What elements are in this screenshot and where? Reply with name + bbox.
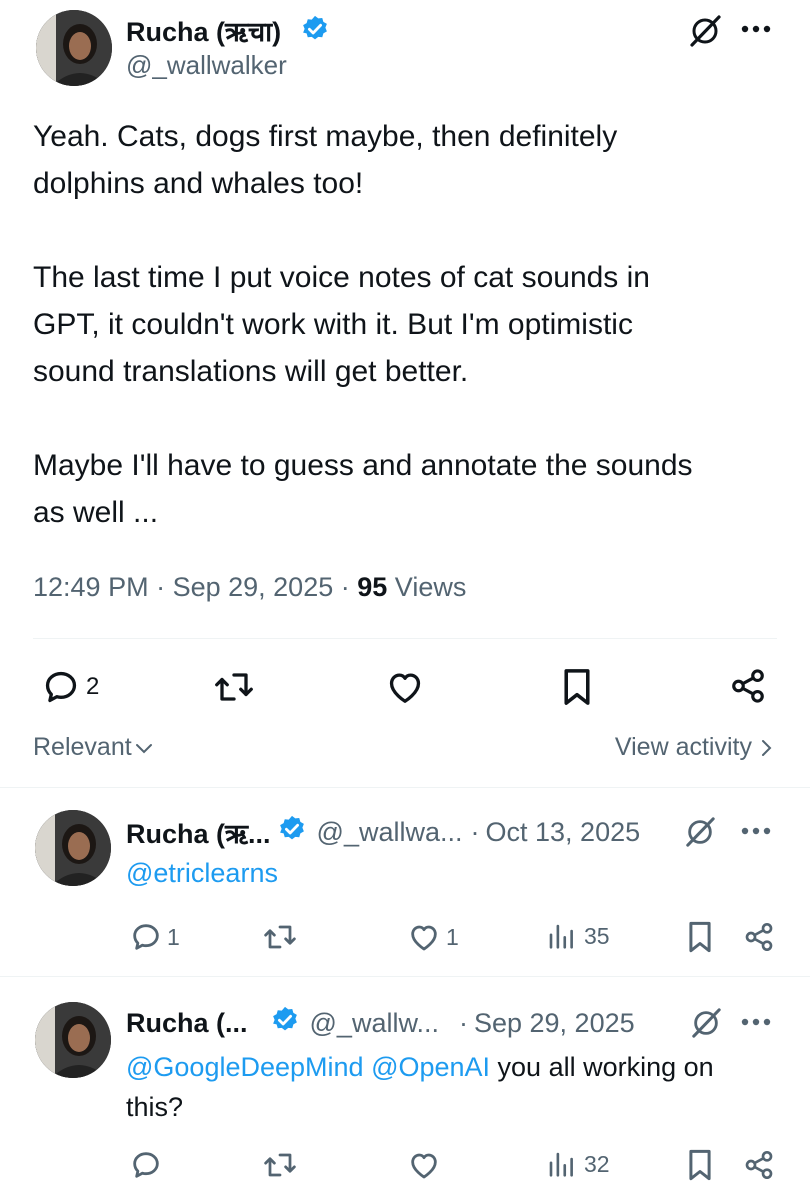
- reply-icon: [42, 668, 80, 706]
- author-name[interactable]: Rucha (ऋचा): [126, 12, 281, 49]
- share-icon[interactable]: [743, 921, 775, 953]
- views-label: Views: [394, 572, 467, 602]
- reply-text: @GoogleDeepMind @OpenAI you all working …: [126, 1047, 786, 1127]
- author-handle[interactable]: @_wallwalker: [126, 50, 287, 81]
- views-button[interactable]: 32: [546, 1149, 610, 1179]
- divider: [33, 638, 777, 639]
- author-handle[interactable]: @_wallwa...: [317, 817, 463, 848]
- reply-icon[interactable]: [130, 1149, 162, 1181]
- post-time[interactable]: 12:49 PM: [33, 572, 149, 602]
- bookmark-icon[interactable]: [687, 920, 713, 954]
- sort-dropdown[interactable]: Relevant: [33, 733, 154, 762]
- more-icon[interactable]: [740, 1017, 772, 1027]
- repost-icon[interactable]: [213, 669, 255, 705]
- post-body: Yeah. Cats, dogs first maybe, then defin…: [33, 120, 693, 529]
- avatar[interactable]: [35, 810, 111, 886]
- mention-link[interactable]: @GoogleDeepMind: [126, 1052, 364, 1082]
- reply-header: Rucha (ऋ... @_wallwa... · Oct 13, 2025: [126, 814, 640, 851]
- views-icon: [546, 1149, 576, 1179]
- more-icon[interactable]: [740, 24, 772, 34]
- separator: ·: [470, 817, 480, 847]
- mention-link[interactable]: @etriclearns: [126, 858, 278, 889]
- verified-badge-icon: [270, 1005, 300, 1042]
- author-name[interactable]: Rucha (ऋ...: [126, 814, 271, 851]
- mention-link[interactable]: @OpenAI: [371, 1052, 490, 1082]
- author-handle[interactable]: @_wallw...: [310, 1008, 439, 1039]
- reply-count: 2: [86, 673, 100, 700]
- post-date[interactable]: Oct 13, 2025: [486, 817, 641, 848]
- bookmark-icon[interactable]: [561, 667, 593, 707]
- repost-icon[interactable]: [262, 922, 298, 952]
- repost-icon[interactable]: [262, 1150, 298, 1180]
- verified-badge-icon: [277, 814, 307, 851]
- reply-header: Rucha (... @_wallw... · Sep 29, 2025: [126, 1005, 635, 1042]
- bookmark-icon[interactable]: [687, 1148, 713, 1182]
- grok-icon[interactable]: [688, 14, 722, 48]
- view-activity-label: View activity: [614, 733, 752, 761]
- verified-badge-icon: [300, 14, 330, 49]
- like-icon: [408, 922, 440, 952]
- author-name[interactable]: Rucha (...: [126, 1008, 248, 1039]
- separator: ·: [458, 1008, 468, 1038]
- post-metadata: 12:49 PM · Sep 29, 2025 · 95 Views: [33, 572, 467, 602]
- views-icon: [546, 921, 576, 951]
- reply-count: 1: [167, 923, 180, 950]
- views-count: 95: [357, 572, 388, 602]
- more-icon[interactable]: [740, 826, 772, 836]
- avatar[interactable]: [35, 1002, 111, 1078]
- share-icon[interactable]: [729, 667, 767, 705]
- share-icon[interactable]: [743, 1149, 775, 1181]
- reply-button[interactable]: 2: [42, 668, 99, 706]
- reply-button[interactable]: 1: [130, 921, 180, 953]
- post-date[interactable]: Sep 29, 2025: [173, 572, 334, 602]
- like-icon[interactable]: [408, 1150, 440, 1180]
- chevron-down-icon: [134, 741, 154, 755]
- reply-text-line: this?: [126, 1092, 184, 1122]
- reply-text-line: you all working on: [490, 1052, 714, 1082]
- like-count: 1: [446, 923, 459, 950]
- view-activity-link[interactable]: View activity: [615, 733, 772, 762]
- post-date[interactable]: Sep 29, 2025: [474, 1008, 635, 1039]
- views-count: 35: [584, 922, 610, 949]
- like-icon[interactable]: [386, 669, 424, 705]
- grok-icon[interactable]: [690, 1007, 722, 1039]
- views-count: 32: [584, 1150, 610, 1177]
- grok-icon[interactable]: [684, 816, 716, 848]
- reply-tweet[interactable]: Rucha (ऋ... @_wallwa... · Oct 13, 2025 @…: [0, 788, 810, 976]
- reply-icon: [130, 921, 162, 953]
- reply-tweet[interactable]: Rucha (... @_wallw... · Sep 29, 2025 @Go…: [0, 977, 810, 1199]
- sort-label: Relevant: [33, 733, 132, 761]
- like-button[interactable]: 1: [408, 922, 459, 952]
- avatar[interactable]: [36, 10, 112, 86]
- views-button[interactable]: 35: [546, 921, 610, 951]
- chevron-right-icon: [760, 738, 772, 758]
